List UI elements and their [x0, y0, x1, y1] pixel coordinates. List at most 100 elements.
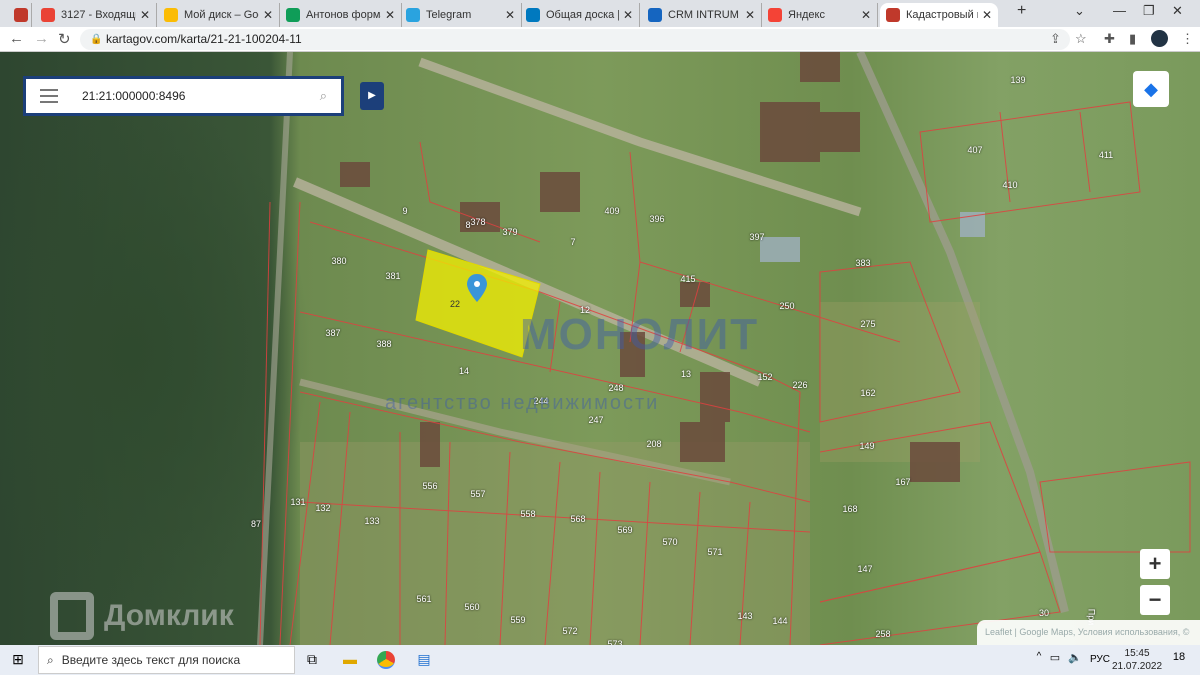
search-icon: ⌕	[47, 652, 54, 667]
menu-icon[interactable]: ⋮	[1181, 31, 1194, 47]
tab-label: Telegram	[426, 9, 472, 21]
parcel-number-label: 570	[662, 537, 678, 547]
new-tab-button[interactable]: +	[1017, 2, 1026, 20]
parcel-number-label: 226	[792, 380, 808, 390]
tab[interactable]: 3127 - Входящие ✕	[35, 3, 157, 27]
parcel-number-label: 558	[520, 509, 536, 519]
parcel-number-label: 13	[680, 369, 692, 379]
tab-label: 3127 - Входящие	[61, 9, 136, 21]
clock-date: 21.07.2022	[1112, 661, 1163, 672]
close-tab-icon[interactable]: ✕	[505, 8, 515, 22]
parcel-number-label: 378	[470, 217, 486, 227]
profile-avatar[interactable]	[1151, 30, 1168, 47]
close-tab-icon[interactable]: ✕	[385, 8, 395, 22]
url-input[interactable]: 🔒 kartagov.com/karta/21-21-100204-11	[80, 29, 1070, 50]
tab[interactable]: Кадастровый номер ✕	[880, 3, 998, 27]
minimize-button[interactable]: —	[1113, 3, 1126, 18]
parcel-number-label: 131	[290, 497, 306, 507]
domclick-text: Домклик	[104, 599, 234, 632]
extensions-icon[interactable]: ✚	[1104, 31, 1115, 47]
cadastral-search-box: 21:21:000000:8496 ⌕	[23, 76, 344, 116]
domclick-watermark: Домклик	[50, 592, 234, 640]
forward-button[interactable]: →	[34, 30, 49, 47]
map[interactable]: 22 При 139 407 411 410 396 409 397 383 7 378 379 38…	[0, 52, 1200, 645]
notification-count: 18	[1172, 651, 1186, 663]
parcel-number-label: 143	[737, 611, 753, 621]
tab-label: Антонов форма	[306, 9, 381, 21]
parcel-number-label: 381	[385, 271, 401, 281]
menu-icon[interactable]	[40, 89, 58, 103]
close-tab-icon[interactable]: ✕	[745, 8, 755, 22]
parcel-number-label: 250	[779, 301, 795, 311]
tab[interactable]: Яндекс ✕	[762, 3, 878, 27]
share-icon[interactable]: ⇪	[1050, 31, 1061, 47]
parcel-number-label: 133	[364, 516, 380, 526]
tab-label: Кадастровый номер	[906, 9, 978, 21]
clock-time: 15:45	[1124, 648, 1150, 659]
tab-label: Общая доска | Trello	[546, 9, 619, 21]
layers-button[interactable]: ◆	[1133, 71, 1169, 107]
close-tab-icon[interactable]: ✕	[623, 8, 633, 22]
layers-icon: ◆	[1144, 79, 1158, 99]
tab-search-chevron-icon[interactable]: ⌄	[1074, 3, 1085, 19]
tab[interactable]: CRM INTRUM | Ol ✕	[642, 3, 762, 27]
close-window-button[interactable]: ✕	[1172, 3, 1183, 19]
parcel-number-label: 247	[588, 415, 604, 425]
search-icon[interactable]: ⌕	[320, 88, 327, 104]
side-panel-icon[interactable]: ▮	[1129, 31, 1136, 47]
parcel-number-label: 149	[859, 441, 875, 451]
zoom-out-button[interactable]: −	[1140, 585, 1170, 615]
file-explorer-icon[interactable]: ▬	[341, 651, 359, 669]
cadastral-search-input[interactable]: 21:21:000000:8496	[82, 89, 320, 103]
parcel-number-label: 411	[1098, 150, 1114, 160]
tab[interactable]	[8, 3, 32, 27]
parcel-number-label: 409	[604, 206, 620, 216]
notifications-icon[interactable]: 18	[1170, 651, 1188, 669]
tab-label: CRM INTRUM | Ol	[668, 9, 741, 21]
parcel-number-label: 144	[772, 616, 788, 626]
language-indicator[interactable]: РУС	[1088, 654, 1112, 672]
network-icon[interactable]: ▭	[1046, 651, 1064, 669]
back-button[interactable]: ←	[9, 30, 24, 47]
tab-label: Яндекс	[788, 9, 825, 21]
google-drive-icon	[164, 8, 178, 22]
tab[interactable]: Telegram ✕	[400, 3, 522, 27]
document-app-icon[interactable]: ▤	[415, 651, 433, 669]
parcel-number-label: 8	[465, 220, 471, 230]
tab[interactable]: Антонов форма ✕	[280, 3, 402, 27]
taskbar-search[interactable]: ⌕ Введите здесь текст для поиска	[38, 646, 295, 674]
address-bar-row: ← → ↻ 🔒 kartagov.com/karta/21-21-100204-1…	[0, 27, 1200, 52]
parcel-number-label: 560	[464, 602, 480, 612]
emblem-icon	[886, 8, 900, 22]
gmail-icon	[41, 8, 55, 22]
close-tab-icon[interactable]: ✕	[263, 8, 273, 22]
parcel-number-label: 168	[842, 504, 858, 514]
taskbar: ⊞ ⌕ Введите здесь текст для поиска ⧉ ▬ ▤ …	[0, 645, 1200, 675]
restore-button[interactable]: ❐	[1143, 3, 1155, 19]
close-tab-icon[interactable]: ✕	[140, 8, 150, 22]
parcel-number-label: 147	[857, 564, 873, 574]
close-tab-icon[interactable]: ✕	[861, 8, 871, 22]
windows-start-icon[interactable]: ⊞	[9, 651, 27, 669]
parcel-number-label: 383	[855, 258, 871, 268]
volume-icon[interactable]: 🔈	[1066, 651, 1084, 669]
tab[interactable]: Общая доска | Trello ✕	[520, 3, 640, 27]
zoom-in-button[interactable]: +	[1140, 549, 1170, 579]
bookmark-star-icon[interactable]: ☆	[1075, 31, 1087, 47]
parcel-number-label: 14	[458, 366, 470, 376]
parcel-number-label: 556	[422, 481, 438, 491]
parcel-number-label: 557	[470, 489, 486, 499]
close-tab-icon[interactable]: ✕	[982, 8, 992, 22]
tab-label: Мой диск – Google	[184, 9, 259, 21]
chrome-icon[interactable]	[377, 651, 395, 669]
task-view-icon[interactable]: ⧉	[303, 651, 321, 669]
parcel-number-label: 380	[331, 256, 347, 266]
map-attribution[interactable]: Leaflet | Google Maps, Условия использов…	[977, 620, 1200, 645]
tab[interactable]: Мой диск – Google ✕	[158, 3, 280, 27]
crm-icon	[648, 8, 662, 22]
clock[interactable]: 15:45 21.07.2022	[1112, 647, 1162, 673]
parcel-number-label: 132	[315, 503, 331, 513]
expand-panel-button[interactable]: ▶	[360, 82, 384, 110]
reload-button[interactable]: ↻	[58, 30, 71, 48]
parcel-number-label: 415	[680, 274, 696, 284]
